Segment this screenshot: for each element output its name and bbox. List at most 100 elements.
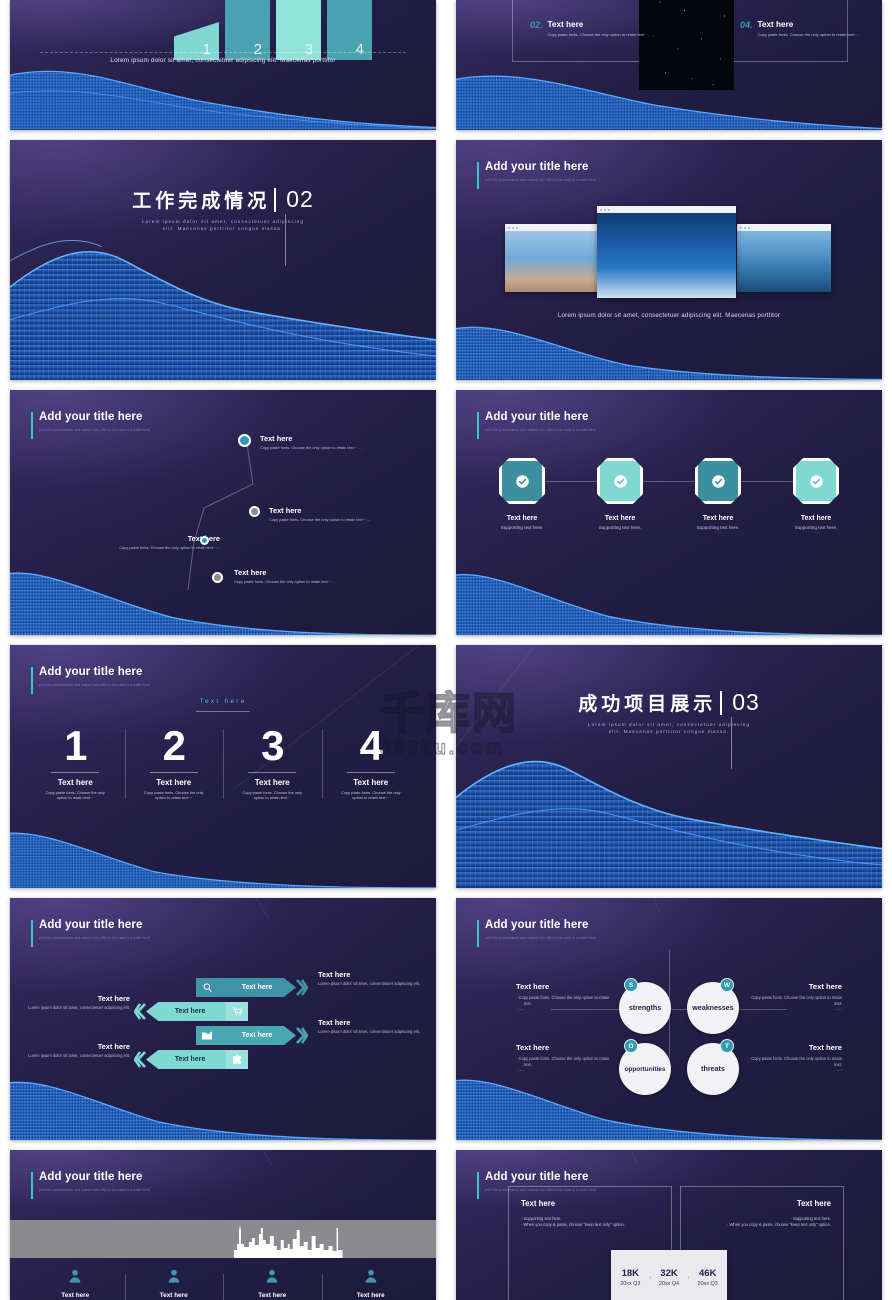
swot-bullet-1: · Copy paste fonts. Choose the only opti… [516,1056,610,1067]
page-title: Add your title here [39,919,143,931]
slide-cell-3[interactable]: 工作完成情况 02 Lorem ipsum dolor sit amet, co… [0,130,446,380]
badge-item-2[interactable]: Text here Supporting text here. ··· [580,458,660,535]
slide-cell-6[interactable]: Add your title here print the presentati… [446,380,892,635]
node-dot-4 [212,572,223,583]
arrow-label: Text here [241,984,273,991]
browser-window-center[interactable] [597,206,736,298]
column-body: Copy paste fonts. Choose the only option… [45,790,105,801]
swot-text-bottom-left: Text here · Copy paste fonts. Choose the… [516,1043,614,1073]
swot-heading: Text here [516,1043,550,1052]
swot-bullet-text: ···· [518,1067,524,1073]
browser-window-right[interactable] [737,224,831,292]
column-body: Copy paste fonts. Choose the only option… [242,790,302,801]
slide-cell-1[interactable]: 1 2 3 4 Maecenas porttitor Lorem ipsum d… [0,0,446,130]
swot-word: strengths [628,1004,662,1012]
slide-3-section-cover-02[interactable]: 工作完成情况 02 Lorem ipsum dolor sit amet, co… [10,140,436,380]
person-item-3[interactable]: Text here [223,1268,322,1300]
person-item-1[interactable]: Text here [26,1268,125,1299]
blurb-right-2: Text here Lorem ipsum dolor sit amet, co… [318,1018,424,1035]
slide-5-node-chain[interactable]: Add your title here print the presentati… [10,390,436,635]
arrow-bar-2-body: Text here [146,1002,248,1021]
arrow-bar-3-body: Text here [196,1026,296,1045]
big-number: 1 [64,722,87,769]
swot-word: weaknesses [692,1004,734,1012]
slide-1-bar-chart[interactable]: 1 2 3 4 Maecenas porttitor Lorem ipsum d… [10,0,436,130]
blurb-body: Lorem ipsum dolor sit amet, consectetuer… [28,1053,130,1058]
slide-cell-2[interactable]: 02. Text here Copy paste fonts. Choose t… [446,0,892,130]
slide-cell-12[interactable]: Add your title here print the presentati… [446,1140,892,1300]
column-heading: Text here [254,778,290,787]
slide-11-team-skyline[interactable]: Add your title here print the presentati… [10,1150,436,1300]
node-heading: Text here [234,568,267,577]
node-1: Text here Copy paste fonts. Choose the o… [238,434,378,450]
bar-label-1: 1 [202,41,211,58]
kpi-box: 18K 20xx Q3 32K 20xx Q4 46K 20xx Q3 [611,1250,727,1300]
cover-divider [720,690,723,715]
slide-10-swot[interactable]: Add your title here print the presentati… [456,898,882,1140]
slide-cell-7[interactable]: Add your title here print the presentati… [0,635,446,888]
page-title: Add your title here [39,1171,143,1183]
slide-2-two-column[interactable]: 02. Text here Copy paste fonts. Choose t… [456,0,882,130]
slide-7-big-numbers[interactable]: Add your title here print the presentati… [10,645,436,888]
number-column-3: 3 Text here Copy paste fonts. Choose the… [223,723,322,801]
node-heading: Text here [269,506,302,515]
page-subtitle: print the presentation and maked into of… [39,1188,150,1192]
folder-icon [196,1026,218,1045]
arrow-bar-1[interactable]: Text here [196,978,308,997]
person-row: Text here Text here Text here Text here [26,1268,421,1300]
slide-6-badge-row[interactable]: Add your title here print the presentati… [456,390,882,635]
kpi-value: 32K [660,1267,678,1279]
arrow-label: Text here [174,1008,206,1015]
bar-3: 3 [276,0,321,60]
cover-number: 03 [732,689,760,715]
swot-bullet-text: ···· [518,1006,524,1012]
slide-cell-4[interactable]: Add your title here print the presentati… [446,130,892,380]
arrow-bar-2[interactable]: Text here [134,1002,248,1021]
badge-item-1[interactable]: Text here Supporting text here. ··· [482,458,562,535]
cover-vertical-tick [731,717,732,769]
slide-thumbnail-grid: 1 2 3 4 Maecenas porttitor Lorem ipsum d… [0,0,892,1300]
blurb-body: Lorem ipsum dolor sit amet, consectetuer… [318,981,420,986]
page-subtitle: print the presentation and maked into of… [39,683,150,687]
node-dot-2 [249,506,260,517]
slide-8-section-cover-03[interactable]: 成功项目展示 03 Lorem ipsum dolor sit amet, co… [456,645,882,888]
swot-heading: Text here [808,1043,842,1052]
section-tag-underline [196,711,250,712]
check-circle-icon [809,474,823,488]
wave-mesh-decoration [456,552,882,635]
badge-dots: ··· [714,530,722,535]
slide-cell-5[interactable]: Add your title here print the presentati… [0,380,446,635]
slide-4-image-showcase[interactable]: Add your title here print the presentati… [456,140,882,380]
chevron-left-icon [134,1051,146,1068]
swot-bullet-2: · ···· [516,1067,524,1073]
badge-item-3[interactable]: Text here Supporting text here. ··· [678,458,758,535]
slide-cell-9[interactable]: Add your title here print the presentati… [0,888,446,1140]
person-item-2[interactable]: Text here [124,1268,224,1300]
swot-bullet-1: · Copy paste fonts. Choose the only opti… [748,995,842,1006]
number-column-2: 2 Text here Copy paste fonts. Choose the… [124,723,224,801]
slide-cell-8[interactable]: 成功项目展示 03 Lorem ipsum dolor sit amet, co… [446,635,892,888]
title-block: Add your title here print the presentati… [31,665,150,694]
person-item-4[interactable]: Text here [321,1268,421,1300]
swot-word: opportunities [624,1065,666,1073]
slide-9-arrow-process[interactable]: Add your title here print the presentati… [10,898,436,1140]
arrow-bar-4[interactable]: Text here [134,1050,248,1069]
cover-vertical-tick [285,214,286,266]
blurb-right-1: Text here Lorem ipsum dolor sit amet, co… [318,970,424,987]
badge-item-4[interactable]: Text here Supporting text here. ··· [776,458,856,535]
starfield-image [639,0,734,90]
swot-badge-s: S [624,978,638,992]
title-accent-bar [477,412,479,439]
bar-2: 2 [225,0,270,60]
slide-cell-10[interactable]: Add your title here print the presentati… [446,888,892,1140]
slide-12-compare-kpi[interactable]: Add your title here print the presentati… [456,1150,882,1300]
arrow-bar-3[interactable]: Text here [196,1026,308,1045]
cover-heading-row: 成功项目展示 03 [456,689,882,716]
swot-badge-w: W [720,978,734,992]
slide-cell-11[interactable]: Add your title here print the presentati… [0,1140,446,1300]
swot-bullet-text: ···· [836,1006,842,1012]
bar-label-3: 3 [304,41,313,58]
wave-mesh-decoration [10,815,436,888]
cart-icon [226,1002,248,1021]
browser-window-left[interactable] [505,224,599,292]
